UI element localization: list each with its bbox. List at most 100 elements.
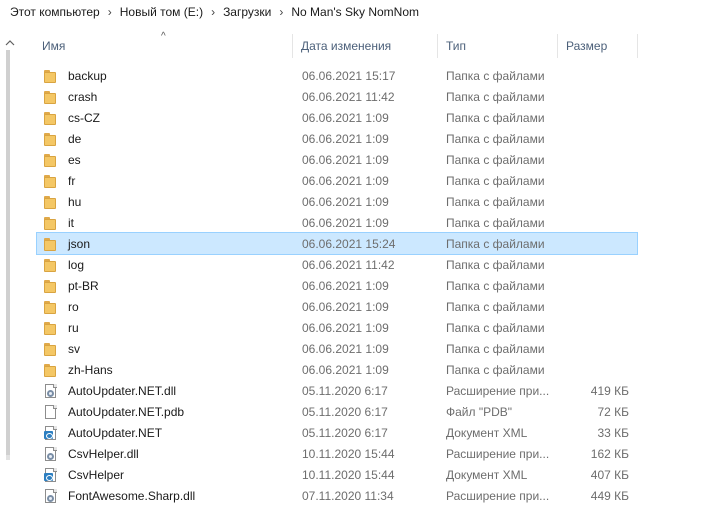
file-type: Папка с файлами [446, 320, 545, 335]
file-name-cell[interactable]: pt-BR [37, 278, 295, 294]
file-list-row[interactable]: AutoUpdater.NET 05.11.2020 6:17 Документ X… [37, 422, 637, 443]
folder-icon [43, 89, 59, 105]
file-name-cell[interactable]: fr [37, 173, 295, 189]
file-date-modified: 07.11.2020 11:34 [302, 488, 394, 503]
file-date-modified: 06.06.2021 15:17 [302, 68, 396, 83]
breadcrumb-item-downloads[interactable]: Загрузки [223, 0, 271, 24]
file-list-row[interactable]: pt-BR 06.06.2021 1:09 Папка с файлами [37, 275, 637, 296]
folder-icon [43, 257, 59, 273]
file-list-row[interactable]: CsvHelper 10.11.2020 15:44 Документ XML 407… [37, 464, 637, 485]
file-name: crash [68, 89, 98, 104]
file-type: Расширение при... [446, 383, 550, 398]
file-name: sv [68, 341, 80, 356]
folder-icon [43, 215, 59, 231]
file-type: Документ XML [446, 467, 528, 482]
file-list-row[interactable]: de 06.06.2021 1:09 Папка с файлами [37, 128, 637, 149]
file-name-cell[interactable]: ru [37, 320, 295, 336]
file-date-modified: 06.06.2021 1:09 [302, 299, 389, 314]
breadcrumb-item-drive-e[interactable]: Новый том (E:) [120, 0, 203, 24]
breadcrumb-item-this-pc[interactable]: Этот компьютер [10, 0, 100, 24]
column-header-row: Имя ^ Дата изменения Тип Размер [30, 31, 660, 60]
file-icon [43, 404, 59, 420]
file-name-cell[interactable]: CsvHelper.dll [37, 446, 295, 462]
file-name: backup [68, 68, 107, 83]
column-header-date-label: Дата изменения [301, 39, 392, 53]
file-type: Папка с файлами [446, 173, 545, 188]
file-name-cell[interactable]: es [37, 152, 295, 168]
file-list-row[interactable]: ru 06.06.2021 1:09 Папка с файлами [37, 317, 637, 338]
file-name: AutoUpdater.NET [68, 425, 163, 440]
folder-icon [43, 236, 59, 252]
file-list-row[interactable]: es 06.06.2021 1:09 Папка с файлами [37, 149, 637, 170]
file-name-cell[interactable]: backup [37, 68, 295, 84]
file-list-row[interactable]: ro 06.06.2021 1:09 Папка с файлами [37, 296, 637, 317]
file-name-cell[interactable]: AutoUpdater.NET.dll [37, 383, 295, 399]
dll-file-icon [43, 383, 59, 399]
file-date-modified: 06.06.2021 1:09 [302, 173, 389, 188]
file-list-row[interactable]: cs-CZ 06.06.2021 1:09 Папка с файлами [37, 107, 637, 128]
file-name-cell[interactable]: CsvHelper [37, 467, 295, 483]
file-name-cell[interactable]: AutoUpdater.NET [37, 425, 295, 441]
column-header-size[interactable]: Размер [558, 32, 638, 60]
file-name-cell[interactable]: hu [37, 194, 295, 210]
file-list-row[interactable]: zh-Hans 06.06.2021 1:09 Папка с файлами [37, 359, 637, 380]
file-name-cell[interactable]: AutoUpdater.NET.pdb [37, 404, 295, 420]
chevron-right-icon[interactable]: › [203, 5, 223, 19]
file-date-modified: 06.06.2021 11:42 [302, 257, 395, 272]
file-date-modified: 06.06.2021 1:09 [302, 278, 389, 293]
navigation-pane-scrollbar[interactable] [0, 30, 18, 512]
file-name-cell[interactable]: zh-Hans [37, 362, 295, 378]
column-header-name[interactable]: Имя ^ [30, 31, 293, 60]
file-name-cell[interactable]: FontAwesome.Sharp.dll [37, 488, 295, 504]
file-name: AutoUpdater.NET.pdb [68, 404, 185, 419]
file-size: 407 КБ [590, 467, 629, 482]
file-type: Папка с файлами [446, 194, 545, 209]
scroll-up-icon[interactable] [5, 38, 15, 48]
file-list-row[interactable]: hu 06.06.2021 1:09 Папка с файлами [37, 191, 637, 212]
chevron-right-icon[interactable]: › [271, 5, 291, 19]
scrollbar-thumb[interactable] [6, 50, 10, 455]
file-name: de [68, 131, 82, 146]
file-list-row[interactable]: log 06.06.2021 11:42 Папка с файлами [37, 254, 637, 275]
breadcrumb: Этот компьютер › Новый том (E:) › Загруз… [0, 0, 709, 24]
folder-icon [43, 110, 59, 126]
file-name-cell[interactable]: json [37, 236, 295, 252]
folder-icon [43, 131, 59, 147]
file-name-cell[interactable]: it [37, 215, 295, 231]
file-list-row[interactable]: AutoUpdater.NET.pdb 05.11.2020 6:17 Файл "… [37, 401, 637, 422]
file-name: fr [68, 173, 76, 188]
file-list-row[interactable]: it 06.06.2021 1:09 Папка с файлами [37, 212, 637, 233]
file-list-row[interactable]: fr 06.06.2021 1:09 Папка с файлами [37, 170, 637, 191]
column-header-date[interactable]: Дата изменения [293, 32, 438, 60]
file-list-row[interactable]: FontAwesome.Sharp.dll 07.11.2020 11:34 Рас… [37, 485, 637, 506]
file-date-modified: 06.06.2021 1:09 [302, 131, 389, 146]
file-type: Папка с файлами [446, 236, 545, 251]
column-header-type-label: Тип [446, 39, 467, 53]
file-name: ro [68, 299, 79, 314]
file-name: cs-CZ [68, 110, 100, 125]
chevron-right-icon[interactable]: › [100, 5, 120, 19]
file-date-modified: 10.11.2020 15:44 [302, 446, 395, 461]
file-list-row[interactable]: json 06.06.2021 15:24 Папка с файлами [36, 232, 638, 255]
file-type: Папка с файлами [446, 362, 545, 377]
file-type: Расширение при... [446, 488, 550, 503]
folder-icon [43, 194, 59, 210]
file-name-cell[interactable]: ro [37, 299, 295, 315]
file-name-cell[interactable]: sv [37, 341, 295, 357]
column-header-type[interactable]: Тип [438, 32, 558, 60]
breadcrumb-item-current-folder[interactable]: No Man's Sky NomNom [291, 0, 419, 24]
file-list-row[interactable]: sv 06.06.2021 1:09 Папка с файлами [37, 338, 637, 359]
file-name-cell[interactable]: crash [37, 89, 295, 105]
file-name-cell[interactable]: cs-CZ [37, 110, 295, 126]
file-list-row[interactable]: crash 06.06.2021 11:42 Папка с файлами [37, 86, 637, 107]
folder-icon [43, 152, 59, 168]
column-divider[interactable] [637, 34, 638, 58]
file-list-row[interactable]: AutoUpdater.NET.dll 05.11.2020 6:17 Расшир… [37, 380, 637, 401]
file-list-row[interactable]: backup 06.06.2021 15:17 Папка с файлами [37, 65, 637, 86]
file-size: 72 КБ [597, 404, 629, 419]
file-list-row[interactable]: CsvHelper.dll 10.11.2020 15:44 Расширение … [37, 443, 637, 464]
column-header-size-label: Размер [566, 39, 608, 53]
file-name-cell[interactable]: de [37, 131, 295, 147]
file-name: CsvHelper.dll [68, 446, 139, 461]
file-name-cell[interactable]: log [37, 257, 295, 273]
